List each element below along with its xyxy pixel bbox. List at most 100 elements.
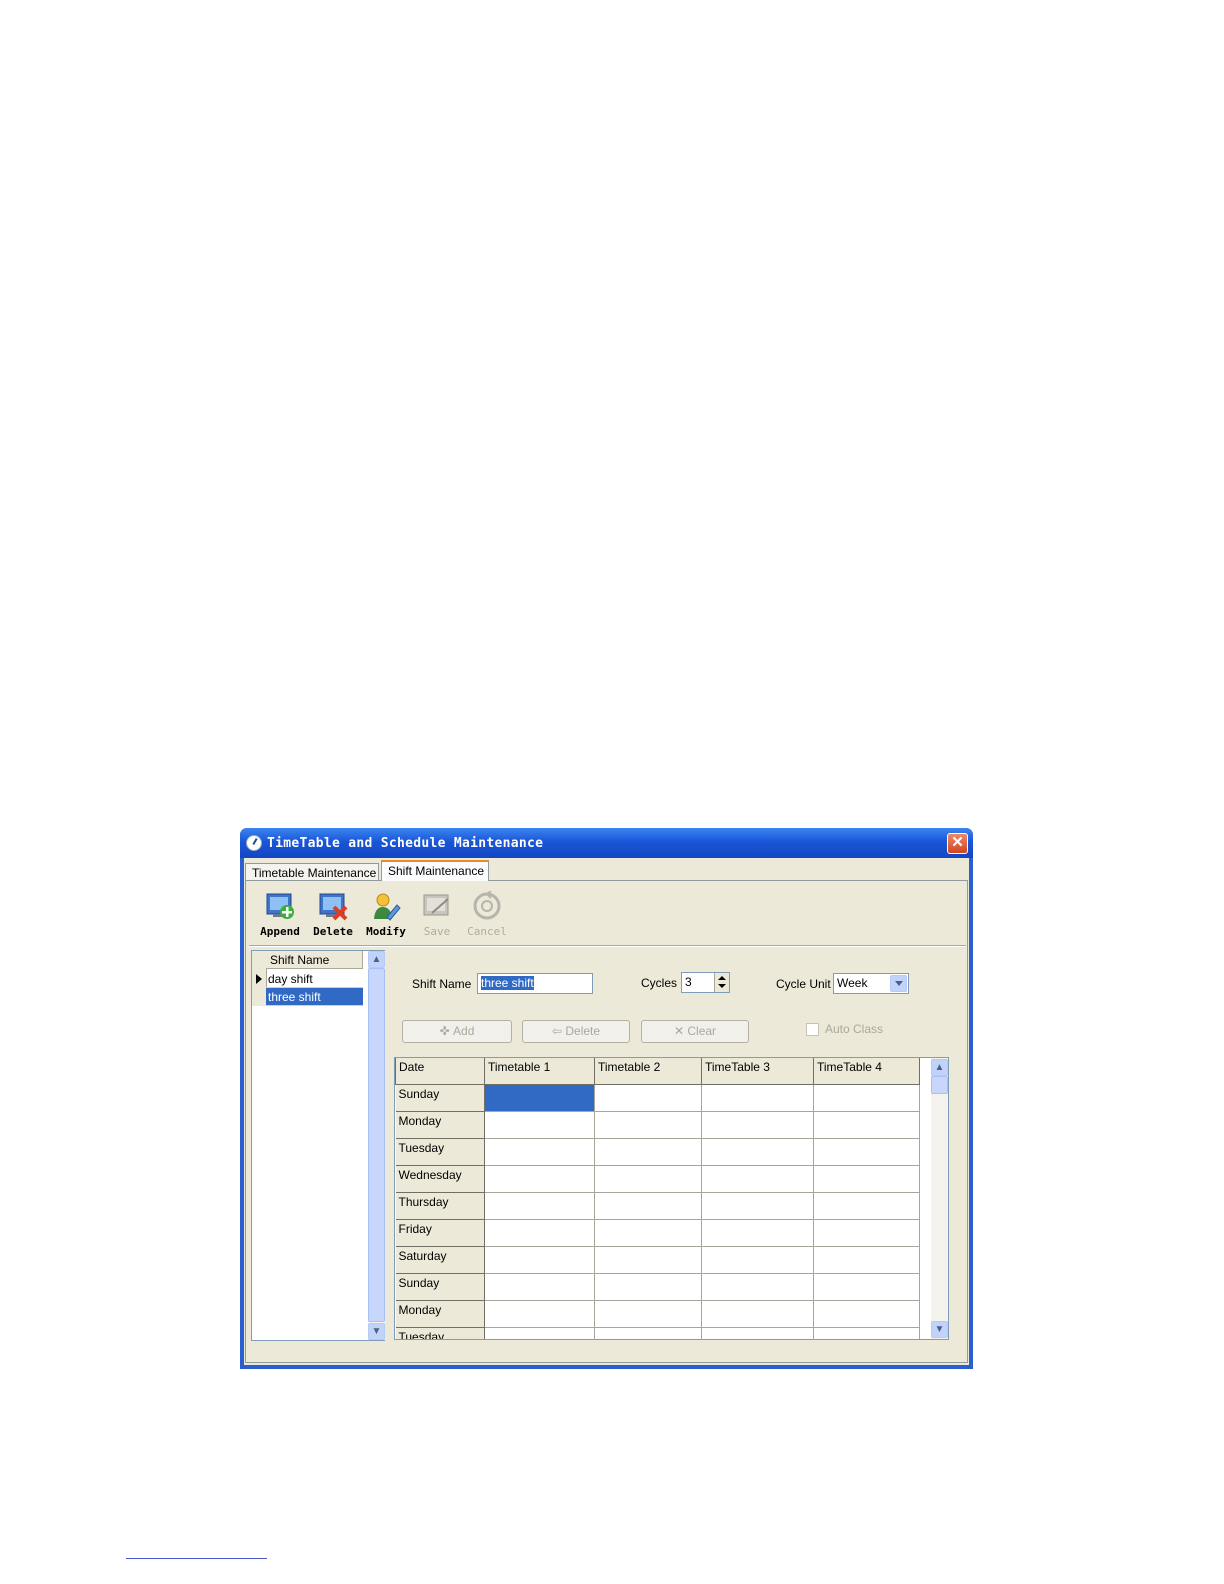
- grid-cell[interactable]: [594, 1137, 702, 1166]
- scroll-down-icon[interactable]: ▼: [931, 1321, 948, 1338]
- table-row: Wednesday: [395, 1164, 920, 1193]
- grid-cell[interactable]: [594, 1299, 702, 1328]
- row-header-day: Wednesday: [395, 1164, 485, 1193]
- grid-cell[interactable]: [701, 1299, 814, 1328]
- scroll-thumb[interactable]: [368, 968, 385, 1322]
- grid-cell[interactable]: [813, 1191, 920, 1220]
- toolbar-separator: [249, 945, 966, 947]
- grid-cell-selected[interactable]: [484, 1083, 595, 1112]
- delete-arrow-icon: ⇦: [551, 1024, 563, 1038]
- scroll-up-icon[interactable]: ▲: [931, 1059, 948, 1076]
- grid-cell[interactable]: [594, 1191, 702, 1220]
- modify-button[interactable]: Modify: [363, 887, 409, 941]
- grid-cell[interactable]: [813, 1299, 920, 1328]
- scroll-thumb[interactable]: [931, 1076, 948, 1094]
- add-button[interactable]: ✜ Add: [402, 1020, 512, 1043]
- grid-cell[interactable]: [813, 1164, 920, 1193]
- append-button[interactable]: Append: [257, 887, 303, 941]
- shift-list-header[interactable]: Shift Name: [266, 951, 363, 969]
- grid-cell[interactable]: [701, 1110, 814, 1139]
- grid-cell[interactable]: [484, 1110, 595, 1139]
- table-row: Monday: [395, 1110, 920, 1139]
- close-icon: ✕: [951, 834, 964, 851]
- title-bar[interactable]: TimeTable and Schedule Maintenance ✕: [240, 828, 973, 858]
- save-button[interactable]: Save: [414, 887, 460, 941]
- column-header-timetable-4[interactable]: TimeTable 4: [813, 1058, 920, 1085]
- delete-row-button[interactable]: ⇦ Delete: [522, 1020, 630, 1043]
- grid-cell[interactable]: [813, 1137, 920, 1166]
- grid-header-row: Date Timetable 1 Timetable 2 TimeTable 3…: [395, 1058, 920, 1085]
- clear-button[interactable]: ✕ Clear: [641, 1020, 749, 1043]
- grid-cell[interactable]: [701, 1272, 814, 1301]
- column-header-date[interactable]: Date: [395, 1058, 485, 1085]
- grid-cell[interactable]: [813, 1083, 920, 1112]
- table-row: Sunday: [395, 1083, 920, 1112]
- grid-cell[interactable]: [594, 1164, 702, 1193]
- shift-name-value: three shift: [481, 976, 534, 990]
- grid-cell[interactable]: [484, 1272, 595, 1301]
- spin-up-icon[interactable]: [718, 976, 726, 980]
- grid-cell[interactable]: [701, 1137, 814, 1166]
- cycle-unit-select[interactable]: Week: [833, 973, 909, 994]
- row-header-day: Monday: [395, 1110, 485, 1139]
- row-header-day: Monday: [395, 1299, 485, 1328]
- grid-cell[interactable]: [594, 1272, 702, 1301]
- grid-cell[interactable]: [594, 1326, 702, 1339]
- shift-maintenance-panel: Append Delete Modify Save Cancel Shift N…: [245, 880, 968, 1363]
- row-header-day: Sunday: [395, 1083, 485, 1112]
- grid-cell[interactable]: [594, 1083, 702, 1112]
- cycles-spin-buttons[interactable]: [714, 973, 729, 992]
- shift-list-item-selected[interactable]: three shift: [266, 988, 363, 1006]
- grid-cell[interactable]: [594, 1110, 702, 1139]
- grid-cell[interactable]: [484, 1164, 595, 1193]
- grid-cell[interactable]: [484, 1218, 595, 1247]
- grid-cell[interactable]: [484, 1326, 595, 1339]
- grid-cell[interactable]: [813, 1272, 920, 1301]
- shift-list-scrollbar[interactable]: ▲ ▼: [368, 951, 385, 1340]
- cancel-label: Cancel: [467, 925, 507, 938]
- chevron-down-icon[interactable]: [890, 975, 907, 992]
- column-header-timetable-2[interactable]: Timetable 2: [594, 1058, 702, 1085]
- tab-timetable-maintenance[interactable]: Timetable Maintenance: [245, 863, 379, 881]
- grid-cell[interactable]: [813, 1218, 920, 1247]
- grid-cell[interactable]: [484, 1299, 595, 1328]
- table-row: Tuesday: [395, 1137, 920, 1166]
- close-button[interactable]: ✕: [947, 833, 968, 854]
- footnote-rule: [126, 1558, 267, 1559]
- grid-cell[interactable]: [701, 1164, 814, 1193]
- grid-cell[interactable]: [701, 1083, 814, 1112]
- grid-cell[interactable]: [701, 1326, 814, 1339]
- grid-cell[interactable]: [484, 1191, 595, 1220]
- grid-scrollbar[interactable]: ▲ ▼: [931, 1058, 948, 1339]
- shift-list[interactable]: Shift Name day shift three shift ▲ ▼: [251, 950, 385, 1341]
- schedule-grid[interactable]: Date Timetable 1 Timetable 2 TimeTable 3…: [394, 1057, 949, 1340]
- cancel-button[interactable]: Cancel: [464, 887, 510, 941]
- grid-cell[interactable]: [701, 1218, 814, 1247]
- grid-cell[interactable]: [701, 1191, 814, 1220]
- grid-cell[interactable]: [484, 1245, 595, 1274]
- row-header-day: Tuesday: [395, 1137, 485, 1166]
- column-header-timetable-1[interactable]: Timetable 1: [484, 1058, 595, 1085]
- cycles-stepper[interactable]: 3: [681, 972, 730, 993]
- row-header-day: Sunday: [395, 1272, 485, 1301]
- delete-toolbar-button[interactable]: Delete: [310, 887, 356, 941]
- scroll-up-icon[interactable]: ▲: [368, 951, 385, 968]
- tab-shift-maintenance[interactable]: Shift Maintenance: [381, 860, 489, 881]
- column-header-timetable-3[interactable]: TimeTable 3: [701, 1058, 814, 1085]
- scroll-down-icon[interactable]: ▼: [368, 1323, 385, 1340]
- table-row: Sunday: [395, 1272, 920, 1301]
- add-label: Add: [453, 1024, 475, 1038]
- grid-cell[interactable]: [813, 1110, 920, 1139]
- append-icon: [266, 893, 294, 919]
- grid-cell[interactable]: [813, 1326, 920, 1339]
- auto-class-checkbox[interactable]: [806, 1023, 819, 1036]
- spin-down-icon[interactable]: [718, 984, 726, 988]
- grid-cell[interactable]: [813, 1245, 920, 1274]
- grid-cell[interactable]: [594, 1245, 702, 1274]
- shift-name-input[interactable]: three shift: [477, 973, 593, 994]
- shift-list-item[interactable]: day shift: [266, 970, 363, 988]
- grid-cell[interactable]: [701, 1245, 814, 1274]
- grid-cell[interactable]: [594, 1218, 702, 1247]
- table-row: Thursday: [395, 1191, 920, 1220]
- grid-cell[interactable]: [484, 1137, 595, 1166]
